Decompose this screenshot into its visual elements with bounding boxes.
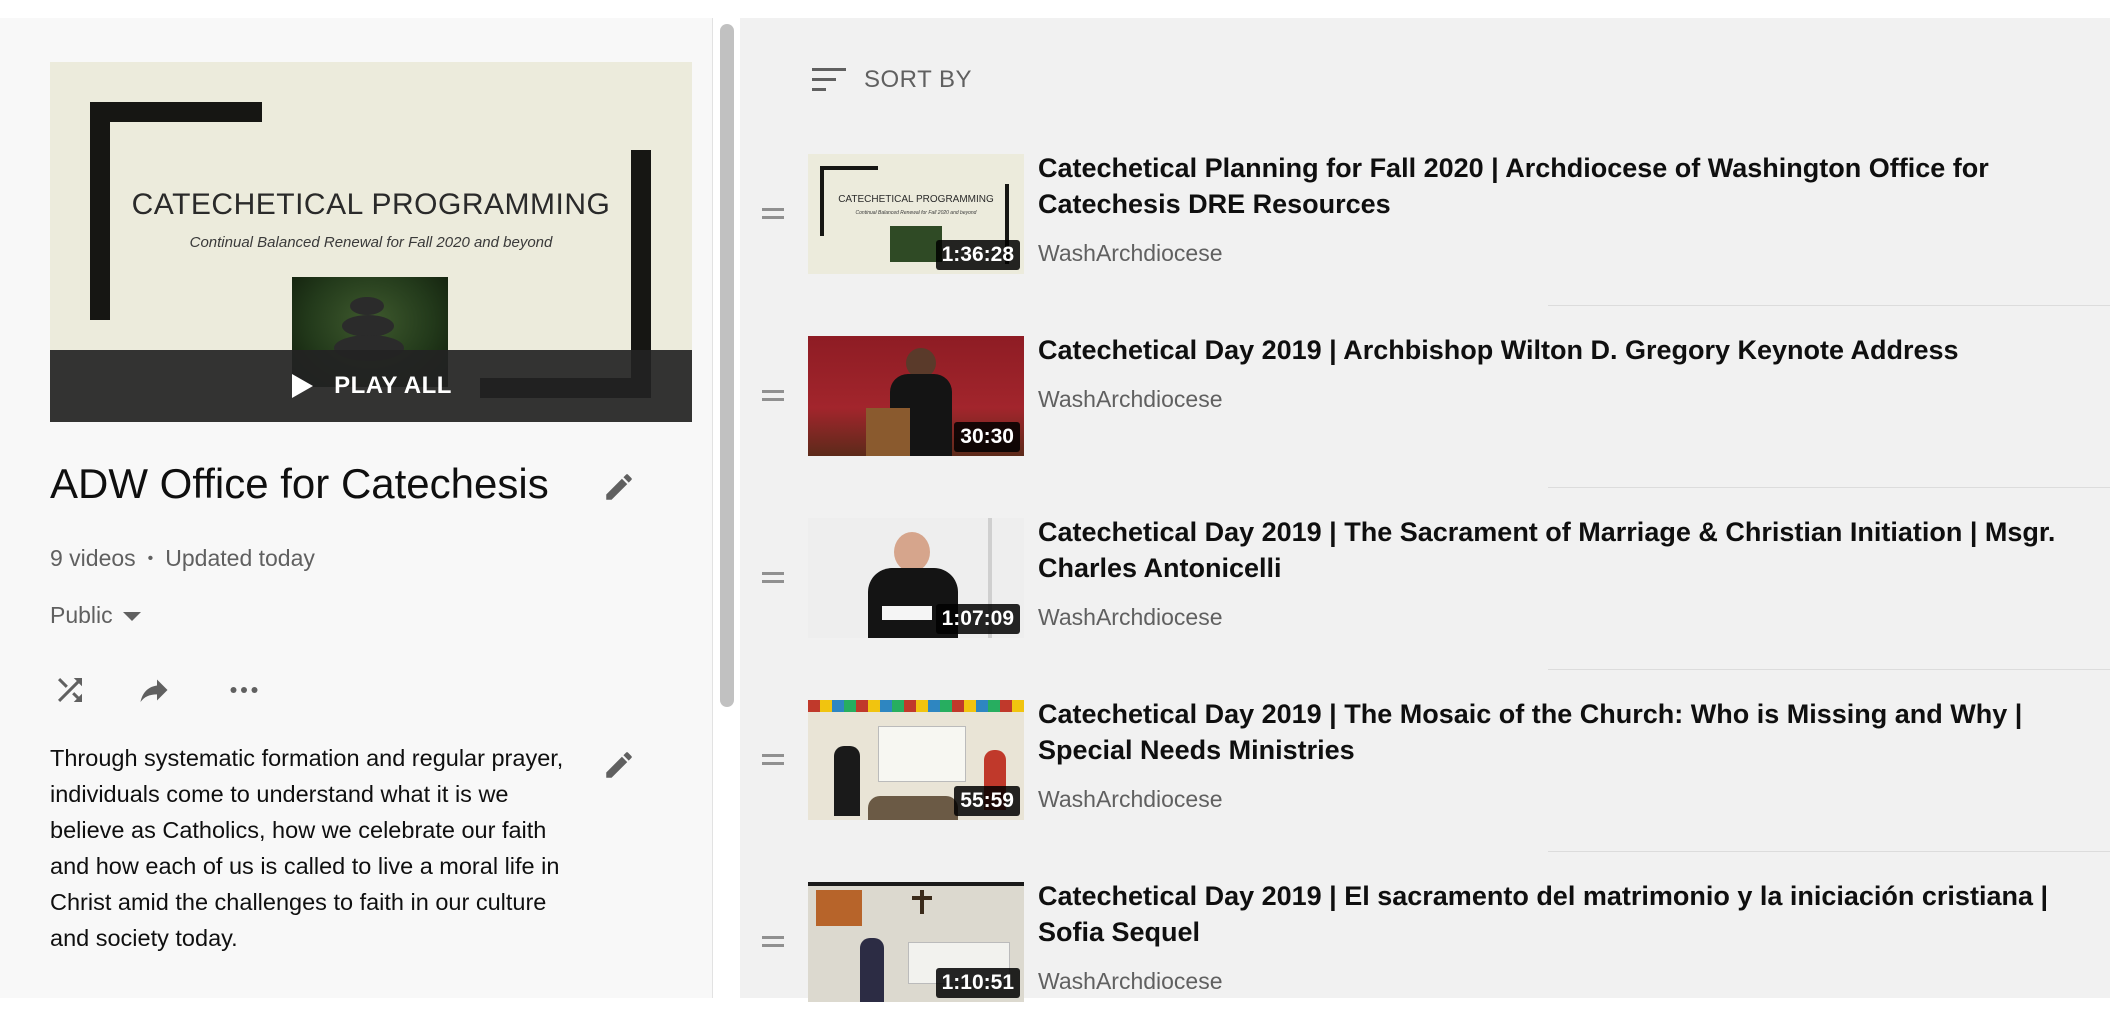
- playlist-description: Through systematic formation and regular…: [50, 745, 564, 951]
- video-thumbnail[interactable]: 30:30: [808, 336, 1024, 456]
- sort-by-button[interactable]: SORT BY: [812, 66, 972, 94]
- chevron-down-icon: [122, 612, 141, 621]
- pencil-icon[interactable]: [602, 470, 636, 509]
- speaker: [860, 938, 884, 1002]
- audience: [868, 796, 958, 820]
- playlist-stats: 9 videos • Updated today: [50, 545, 315, 572]
- duration-badge: 55:59: [954, 786, 1020, 816]
- projection-screen: [878, 726, 966, 782]
- duration-badge: 1:36:28: [935, 240, 1020, 270]
- video-thumbnail[interactable]: 1:10:51: [808, 882, 1024, 1002]
- playlist-video-row[interactable]: 55:59 Catechetical Day 2019 | The Mosaic…: [740, 670, 2110, 852]
- privacy-dropdown[interactable]: Public: [50, 602, 141, 629]
- thumbnail-subtitle: Continual Balanced Renewal for Fall 2020…: [855, 210, 977, 216]
- scrollbar-thumb[interactable]: [720, 24, 734, 707]
- channel-name[interactable]: WashArchdiocese: [1038, 968, 1223, 995]
- channel-name[interactable]: WashArchdiocese: [1038, 786, 1223, 813]
- shuffle-icon[interactable]: [52, 672, 88, 713]
- video-title[interactable]: Catechetical Day 2019 | The Sacrament of…: [1038, 514, 2078, 586]
- privacy-value: Public: [50, 602, 113, 628]
- thumbnail-title: CATECHETICAL PROGRAMMING: [838, 194, 994, 205]
- duration-badge: 30:30: [954, 422, 1020, 452]
- drag-handle-icon[interactable]: [762, 208, 784, 224]
- channel-name[interactable]: WashArchdiocese: [1038, 240, 1223, 267]
- channel-name[interactable]: WashArchdiocese: [1038, 604, 1223, 631]
- pencil-icon[interactable]: [602, 748, 636, 787]
- person: [834, 746, 860, 816]
- more-horizontal-icon[interactable]: [226, 672, 262, 713]
- drag-handle-icon[interactable]: [762, 754, 784, 770]
- play-all-label: PLAY ALL: [334, 372, 452, 399]
- separator-dot: •: [147, 549, 154, 567]
- drag-handle-icon[interactable]: [762, 390, 784, 406]
- video-thumbnail[interactable]: 55:59: [808, 700, 1024, 820]
- sort-by-label: SORT BY: [864, 66, 972, 93]
- playlist-title: ADW Office for Catechesis: [50, 460, 549, 507]
- frame-decoration: [90, 102, 262, 122]
- bulletin-banner: [808, 700, 1024, 712]
- playlist-thumbnail[interactable]: CATECHETICAL PROGRAMMING Continual Balan…: [50, 62, 692, 422]
- podium: [866, 408, 910, 456]
- playlist-video-row[interactable]: 30:30 Catechetical Day 2019 | Archbishop…: [740, 306, 2110, 488]
- frame-decoration: [820, 166, 878, 170]
- wall-poster: [816, 890, 862, 926]
- drag-handle-icon[interactable]: [762, 572, 784, 588]
- playlist-video-row[interactable]: CATECHETICAL PROGRAMMING Continual Balan…: [740, 124, 2110, 306]
- video-count: 9 videos: [50, 545, 136, 571]
- video-title[interactable]: Catechetical Day 2019 | El sacramento de…: [1038, 878, 2078, 950]
- speaker-head: [894, 532, 930, 572]
- playlist-video-row[interactable]: 1:07:09 Catechetical Day 2019 | The Sacr…: [740, 488, 2110, 670]
- playlist-video-row[interactable]: 1:10:51 Catechetical Day 2019 | El sacra…: [740, 852, 2110, 1034]
- play-all-button[interactable]: PLAY ALL: [50, 350, 692, 422]
- stone-shape: [350, 297, 384, 315]
- updated-status: Updated today: [165, 545, 315, 571]
- thumbnail-photo: [890, 226, 942, 262]
- share-icon[interactable]: [136, 672, 172, 713]
- crucifix: [912, 896, 932, 900]
- stone-shape: [342, 315, 394, 337]
- duration-badge: 1:10:51: [935, 968, 1020, 998]
- video-title[interactable]: Catechetical Day 2019 | Archbishop Wilto…: [1038, 332, 2078, 368]
- thumbnail-border: [808, 882, 1024, 886]
- video-title[interactable]: Catechetical Day 2019 | The Mosaic of th…: [1038, 696, 2078, 768]
- video-thumbnail[interactable]: CATECHETICAL PROGRAMMING Continual Balan…: [808, 154, 1024, 274]
- play-icon: [292, 374, 314, 398]
- channel-name[interactable]: WashArchdiocese: [1038, 386, 1223, 413]
- drag-handle-icon[interactable]: [762, 936, 784, 952]
- crucifix: [920, 890, 924, 914]
- video-title[interactable]: Catechetical Planning for Fall 2020 | Ar…: [1038, 150, 2078, 222]
- thumbnail-subtitle: Continual Balanced Renewal for Fall 2020…: [189, 234, 553, 251]
- thumbnail-title: CATECHETICAL PROGRAMMING: [131, 188, 611, 221]
- video-thumbnail[interactable]: 1:07:09: [808, 518, 1024, 638]
- paper: [882, 606, 932, 620]
- sort-icon: [812, 68, 846, 91]
- duration-badge: 1:07:09: [935, 604, 1020, 634]
